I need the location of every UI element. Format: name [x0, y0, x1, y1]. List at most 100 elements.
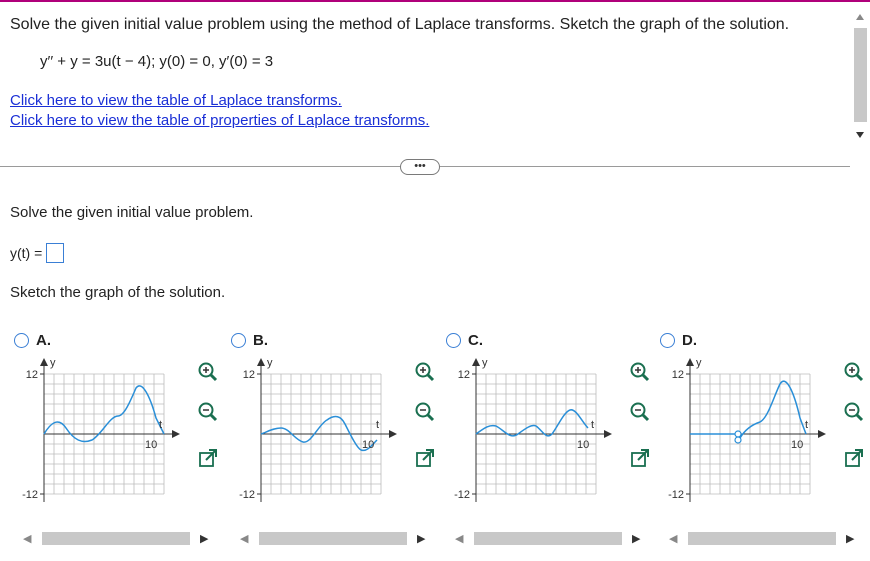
y-axis-label: y — [696, 357, 702, 369]
horizontal-scrollbar[interactable]: ◀ ▶ — [666, 530, 862, 547]
x-tick-10: 10 — [145, 439, 157, 451]
open-circle-marker — [734, 436, 742, 444]
enlarge-graph-button[interactable] — [630, 448, 650, 468]
scroll-left-icon[interactable]: ◀ — [23, 532, 31, 545]
zoom-out-icon — [198, 402, 218, 422]
solution-curve — [690, 380, 807, 441]
vertical-scroll-thumb[interactable] — [854, 28, 867, 122]
answer-option-c[interactable]: C. y 12 -12 10 t ◀ ▶ — [446, 322, 661, 552]
scroll-left-icon[interactable]: ◀ — [455, 532, 463, 545]
enlarge-graph-button[interactable] — [198, 448, 218, 468]
horizontal-scroll-thumb[interactable] — [688, 532, 836, 545]
zoom-out-button[interactable] — [415, 402, 435, 422]
zoom-in-icon — [198, 362, 218, 382]
top-accent-bar — [0, 0, 870, 2]
answer-option-d[interactable]: D. y 12 -12 10 t ◀ ▶ — [660, 322, 870, 552]
y-tick-top: 12 — [26, 369, 38, 381]
answer-label: y(t) = — [10, 245, 43, 261]
x-axis-label: t — [591, 419, 594, 431]
horizontal-scrollbar[interactable]: ◀ ▶ — [237, 530, 433, 547]
scroll-right-icon[interactable]: ▶ — [632, 532, 640, 545]
x-axis-label: t — [805, 419, 808, 431]
y-axis-label: y — [267, 357, 273, 369]
x-axis-arrow-icon — [172, 430, 180, 438]
horizontal-scroll-thumb[interactable] — [259, 532, 407, 545]
scroll-right-icon[interactable]: ▶ — [846, 532, 854, 545]
x-tick-10: 10 — [791, 439, 803, 451]
sketch-prompt: Sketch the graph of the solution. — [10, 284, 226, 301]
y-tick-bottom: -12 — [239, 489, 255, 501]
solution-graph: y 12 -12 10 t — [454, 357, 612, 502]
option-label: C. — [468, 332, 483, 349]
scroll-left-icon[interactable]: ◀ — [240, 532, 248, 545]
zoom-in-button[interactable] — [844, 362, 864, 382]
y-axis-arrow-icon — [686, 358, 694, 366]
scroll-left-icon[interactable]: ◀ — [669, 532, 677, 545]
laplace-properties-link[interactable]: Click here to view the table of properti… — [10, 112, 429, 129]
solution-graph: y 12 -12 10 t — [22, 357, 180, 502]
zoom-out-icon — [844, 402, 864, 422]
x-tick-10: 10 — [577, 439, 589, 451]
option-label: D. — [682, 332, 697, 349]
zoom-in-icon — [630, 362, 650, 382]
solution-graph: y 12 -12 10 t — [239, 357, 397, 502]
enlarge-graph-button[interactable] — [844, 448, 864, 468]
answer-option-b[interactable]: B. y 12 -12 10 t ◀ ▶ — [231, 322, 446, 552]
zoom-out-button[interactable] — [844, 402, 864, 422]
radio-button[interactable] — [231, 333, 246, 348]
zoom-in-icon — [844, 362, 864, 382]
y-tick-bottom: -12 — [668, 489, 684, 501]
enlarge-graph-button[interactable] — [415, 448, 435, 468]
external-link-icon — [631, 449, 649, 467]
open-circle-marker — [734, 430, 742, 438]
zoom-out-button[interactable] — [630, 402, 650, 422]
answer-option-a[interactable]: A. y 12 -12 10 t ◀ ▶ — [14, 322, 229, 552]
x-tick-10: 10 — [362, 439, 374, 451]
horizontal-scroll-thumb[interactable] — [474, 532, 622, 545]
y-axis-arrow-icon — [40, 358, 48, 366]
external-link-icon — [199, 449, 217, 467]
option-label: A. — [36, 332, 51, 349]
option-label: B. — [253, 332, 268, 349]
scroll-right-icon[interactable]: ▶ — [200, 532, 208, 545]
y-tick-bottom: -12 — [22, 489, 38, 501]
zoom-out-icon — [415, 402, 435, 422]
x-axis-label: t — [159, 419, 162, 431]
equation: y′′ + y = 3u(t − 4); y(0) = 0, y′(0) = 3 — [40, 53, 274, 70]
zoom-in-icon — [415, 362, 435, 382]
radio-button[interactable] — [660, 333, 675, 348]
radio-button[interactable] — [446, 333, 461, 348]
zoom-out-icon — [630, 402, 650, 422]
question-text: Solve the given initial value problem us… — [10, 16, 790, 33]
radio-button[interactable] — [14, 333, 29, 348]
y-axis-label: y — [482, 357, 488, 369]
solution-curve — [260, 415, 378, 452]
y-tick-top: 12 — [458, 369, 470, 381]
x-axis-arrow-icon — [389, 430, 397, 438]
x-axis-arrow-icon — [604, 430, 612, 438]
horizontal-scroll-thumb[interactable] — [42, 532, 190, 545]
zoom-in-button[interactable] — [415, 362, 435, 382]
zoom-in-button[interactable] — [630, 362, 650, 382]
zoom-in-button[interactable] — [198, 362, 218, 382]
laplace-table-link[interactable]: Click here to view the table of Laplace … — [10, 92, 342, 109]
external-link-icon — [416, 449, 434, 467]
y-axis-arrow-icon — [257, 358, 265, 366]
zoom-out-button[interactable] — [198, 402, 218, 422]
y-axis-label: y — [50, 357, 56, 369]
answer-input[interactable] — [46, 243, 65, 263]
solution-graph: y 12 -12 10 t — [668, 357, 826, 502]
scroll-right-icon[interactable]: ▶ — [417, 532, 425, 545]
x-axis-arrow-icon — [818, 430, 826, 438]
answer-row: y(t) = — [10, 243, 65, 263]
horizontal-scrollbar[interactable]: ◀ ▶ — [20, 530, 216, 547]
y-tick-top: 12 — [672, 369, 684, 381]
external-link-icon — [845, 449, 863, 467]
vertical-scrollbar[interactable] — [851, 4, 869, 144]
y-axis-arrow-icon — [472, 358, 480, 366]
solve-prompt: Solve the given initial value problem. — [10, 204, 254, 221]
horizontal-scrollbar[interactable]: ◀ ▶ — [452, 530, 648, 547]
x-axis-label: t — [376, 419, 379, 431]
y-tick-top: 12 — [243, 369, 255, 381]
more-button[interactable]: ••• — [400, 159, 440, 175]
